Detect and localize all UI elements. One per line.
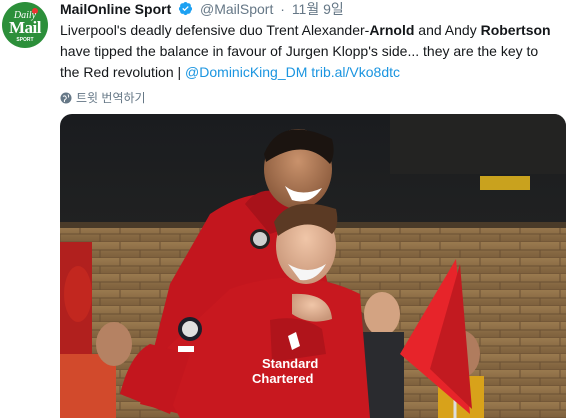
globe-icon xyxy=(60,92,72,104)
tweet-text-bold: Robertson xyxy=(480,22,551,38)
tweet-date[interactable]: 11월 9일 xyxy=(292,1,344,17)
avatar-logo-line3: SPORT xyxy=(16,37,34,43)
translate-label: 트윗 번역하기 xyxy=(76,91,146,105)
url-link[interactable]: trib.al/Vko8dtc xyxy=(311,64,400,80)
tweet-text-bold: Arnold xyxy=(369,22,415,38)
sponsor-line1: Standard xyxy=(262,356,318,371)
avatar[interactable]: Daily Mail SPORT xyxy=(2,2,48,48)
user-handle[interactable]: @MailSport xyxy=(200,1,273,17)
sponsor-line2: Chartered xyxy=(252,371,313,386)
tweet-text-part: and Andy xyxy=(414,22,481,38)
tweet-photo[interactable]: Standard Chartered xyxy=(60,114,566,418)
tweet-text-part: Liverpool's deadly defensive duo Trent A… xyxy=(60,22,370,38)
avatar-logo-line2: Mail xyxy=(9,18,42,37)
separator-dot: · xyxy=(280,1,285,17)
tweet-text: Liverpool's deadly defensive duo Trent A… xyxy=(60,20,560,83)
verified-badge-icon xyxy=(178,1,193,20)
display-name[interactable]: MailOnline Sport xyxy=(60,1,171,17)
mention-link[interactable]: @DominicKing_DM xyxy=(185,64,307,80)
translate-tweet-button[interactable]: 트윗 번역하기 xyxy=(60,90,560,106)
tweet-header: MailOnline Sport @MailSport · 11월 9일 xyxy=(60,0,560,18)
tweet-content: MailOnline Sport @MailSport · 11월 9일 Liv… xyxy=(60,0,560,106)
